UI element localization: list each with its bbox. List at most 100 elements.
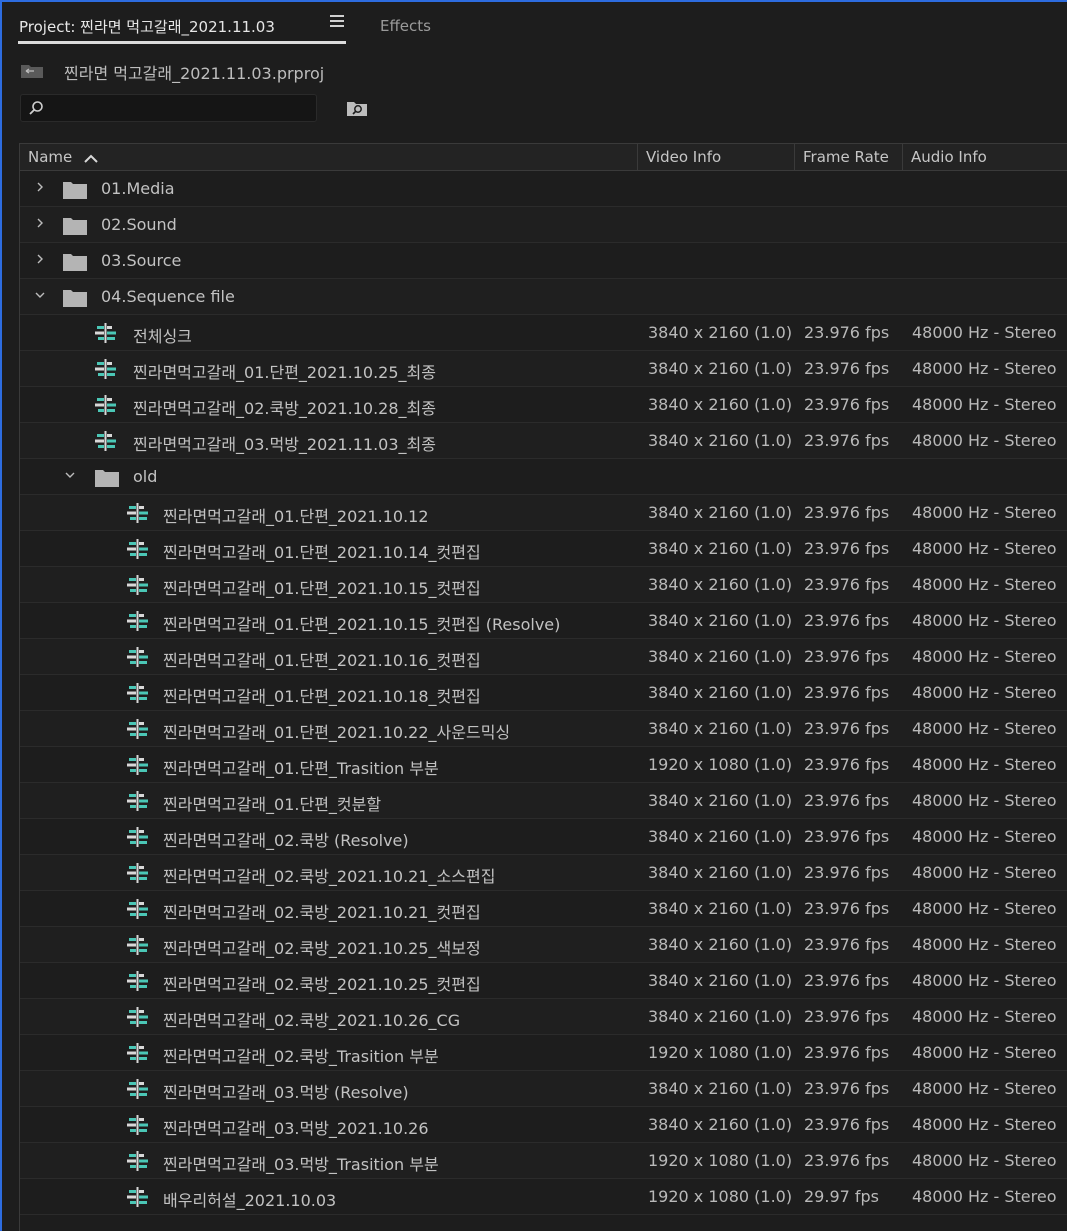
frame-rate-cell: 23.976 fps bbox=[804, 791, 890, 810]
search-input[interactable] bbox=[51, 98, 315, 120]
sequence-row[interactable]: 찐라면먹고갈래_02.쿡방_2021.10.21_소스편집 3840 x 2160… bbox=[20, 855, 1067, 891]
table-header: Name Video Info Frame Rate Audio Info bbox=[20, 144, 1067, 171]
sequence-row[interactable]: 찐라면먹고갈래_01.단편_2021.10.15_컷편집 3840 x 2160 … bbox=[20, 567, 1067, 603]
column-header-frame-rate[interactable]: Frame Rate bbox=[795, 144, 903, 171]
sequence-row[interactable]: 찐라면먹고갈래_01.단편_2021.10.16_컷편집 3840 x 2160 … bbox=[20, 639, 1067, 675]
audio-info-cell: 48000 Hz - Stereo bbox=[912, 1079, 1057, 1098]
sequence-icon bbox=[127, 791, 148, 811]
sequence-row[interactable]: 찐라면먹고갈래_02.쿡방_2021.10.25_컷편집 3840 x 2160 … bbox=[20, 963, 1067, 999]
sequence-icon bbox=[95, 323, 116, 343]
frame-rate-cell: 23.976 fps bbox=[804, 935, 890, 954]
sequence-row[interactable]: 찐라면먹고갈래_01.단편_2021.10.15_컷편집 (Resolve) 38… bbox=[20, 603, 1067, 639]
sequence-icon bbox=[127, 1187, 148, 1207]
column-header-audio-info[interactable]: Audio Info bbox=[903, 144, 1067, 171]
sequence-row[interactable]: 찐라면먹고갈래_01.단편_Trasition 부분 1920 x 1080 (1… bbox=[20, 747, 1067, 783]
sequence-row[interactable]: 찐라면먹고갈래_02.쿡방_2021.10.21_컷편집 3840 x 2160 … bbox=[20, 891, 1067, 927]
sequence-icon bbox=[127, 1007, 148, 1027]
audio-info-cell: 48000 Hz - Stereo bbox=[912, 827, 1057, 846]
project-file-icon[interactable] bbox=[20, 63, 44, 79]
sequence-icon bbox=[127, 1151, 148, 1171]
audio-info-cell: 48000 Hz - Stereo bbox=[912, 791, 1057, 810]
frame-rate-cell: 23.976 fps bbox=[804, 611, 890, 630]
bin-row[interactable]: 04.Sequence file bbox=[20, 279, 1067, 315]
sequence-name: 찐라면먹고갈래_02.쿡방_2021.10.21_소스편집 bbox=[163, 867, 496, 886]
audio-info-cell: 48000 Hz - Stereo bbox=[912, 323, 1057, 342]
sequence-row[interactable]: 찐라면먹고갈래_03.먹방_2021.10.26 3840 x 2160 (1.0… bbox=[20, 1107, 1067, 1143]
chevron-right-icon[interactable] bbox=[34, 181, 46, 193]
chevron-down-icon[interactable] bbox=[34, 289, 46, 301]
video-info-cell: 1920 x 1080 (1.0) bbox=[648, 1043, 793, 1062]
column-header-video-info[interactable]: Video Info bbox=[638, 144, 795, 171]
sequence-row[interactable]: 찐라면먹고갈래_01.단편_컷분할 3840 x 2160 (1.0) 23.976… bbox=[20, 783, 1067, 819]
sequence-icon bbox=[127, 503, 148, 523]
column-header-name[interactable]: Name bbox=[20, 144, 638, 171]
frame-rate-cell: 23.976 fps bbox=[804, 863, 890, 882]
frame-rate-cell: 23.976 fps bbox=[804, 359, 890, 378]
frame-rate-cell: 29.97 fps bbox=[804, 1187, 880, 1206]
sequence-icon bbox=[127, 1115, 148, 1135]
sequence-row[interactable]: 찐라면먹고갈래_03.먹방_Trasition 부분 1920 x 1080 (1… bbox=[20, 1143, 1067, 1179]
sequence-icon bbox=[127, 935, 148, 955]
frame-rate-cell: 23.976 fps bbox=[804, 575, 890, 594]
audio-info-cell: 48000 Hz - Stereo bbox=[912, 719, 1057, 738]
video-info-cell: 3840 x 2160 (1.0) bbox=[648, 539, 793, 558]
frame-rate-cell: 23.976 fps bbox=[804, 539, 890, 558]
bin-row[interactable]: old bbox=[20, 459, 1067, 495]
sequence-name: 찐라면먹고갈래_02.쿡방_2021.10.26_CG bbox=[163, 1011, 461, 1030]
frame-rate-cell: 23.976 fps bbox=[804, 1007, 890, 1026]
bin-name: 04.Sequence file bbox=[101, 287, 235, 306]
sequence-name: 찐라면먹고갈래_01.단편_컷분할 bbox=[163, 795, 382, 814]
sequence-row[interactable]: 배우리허설_2021.10.03 1920 x 1080 (1.0) 29.97 f… bbox=[20, 1179, 1067, 1215]
sequence-row[interactable]: 찐라면먹고갈래_02.쿡방 (Resolve) 3840 x 2160 (1.0)… bbox=[20, 819, 1067, 855]
sequence-row[interactable]: 찐라면먹고갈래_02.쿡방_2021.10.28_최종 3840 x 2160 (… bbox=[20, 387, 1067, 423]
tab-project[interactable]: Project: 찐라면 먹고갈래_2021.11.03 bbox=[19, 16, 275, 37]
sequence-name: 찐라면먹고갈래_03.먹방_Trasition 부분 bbox=[163, 1155, 439, 1174]
audio-info-cell: 48000 Hz - Stereo bbox=[912, 503, 1057, 522]
sequence-name: 찐라면먹고갈래_01.단편_2021.10.15_컷편집 (Resolve) bbox=[163, 615, 561, 634]
chevron-right-icon[interactable] bbox=[34, 217, 46, 229]
column-header-name-label: Name bbox=[28, 148, 73, 166]
sequence-row[interactable]: 찐라면먹고갈래_01.단편_2021.10.14_컷편집 3840 x 2160 … bbox=[20, 531, 1067, 567]
find-in-bin-icon[interactable] bbox=[346, 99, 368, 117]
active-tab-indicator bbox=[18, 41, 346, 44]
sequence-name: 배우리허설_2021.10.03 bbox=[163, 1191, 337, 1210]
folder-icon bbox=[63, 254, 87, 271]
sequence-name: 찐라면먹고갈래_02.쿡방_2021.10.25_색보정 bbox=[163, 939, 481, 958]
sequence-icon bbox=[127, 863, 148, 883]
chevron-down-icon[interactable] bbox=[64, 469, 76, 481]
sequence-name: 찐라면먹고갈래_01.단편_Trasition 부분 bbox=[163, 759, 439, 778]
frame-rate-cell: 23.976 fps bbox=[804, 1151, 890, 1170]
sequence-row[interactable]: 찐라면먹고갈래_03.먹방_2021.11.03_최종 3840 x 2160 (… bbox=[20, 423, 1067, 459]
video-info-cell: 3840 x 2160 (1.0) bbox=[648, 827, 793, 846]
sequence-row[interactable]: 찐라면먹고갈래_02.쿡방_2021.10.25_색보정 3840 x 2160 … bbox=[20, 927, 1067, 963]
sequence-row[interactable]: 찐라면먹고갈래_02.쿡방_Trasition 부분 1920 x 1080 (1… bbox=[20, 1035, 1067, 1071]
audio-info-cell: 48000 Hz - Stereo bbox=[912, 611, 1057, 630]
video-info-cell: 3840 x 2160 (1.0) bbox=[648, 863, 793, 882]
video-info-cell: 3840 x 2160 (1.0) bbox=[648, 971, 793, 990]
audio-info-cell: 48000 Hz - Stereo bbox=[912, 935, 1057, 954]
bin-name: 03.Source bbox=[101, 251, 182, 270]
audio-info-cell: 48000 Hz - Stereo bbox=[912, 395, 1057, 414]
tab-effects[interactable]: Effects bbox=[380, 17, 431, 35]
bin-row[interactable]: 01.Media bbox=[20, 171, 1067, 207]
sequence-row[interactable]: 찐라면먹고갈래_01.단편_2021.10.12 3840 x 2160 (1.0… bbox=[20, 495, 1067, 531]
frame-rate-cell: 23.976 fps bbox=[804, 503, 890, 522]
hamburger-menu-icon[interactable] bbox=[330, 15, 344, 29]
sequence-icon bbox=[127, 755, 148, 775]
sequence-icon bbox=[127, 683, 148, 703]
bin-row[interactable]: 02.Sound bbox=[20, 207, 1067, 243]
chevron-right-icon[interactable] bbox=[34, 253, 46, 265]
video-info-cell: 3840 x 2160 (1.0) bbox=[648, 719, 793, 738]
audio-info-cell: 48000 Hz - Stereo bbox=[912, 1007, 1057, 1026]
bin-row[interactable]: 03.Source bbox=[20, 243, 1067, 279]
audio-info-cell: 48000 Hz - Stereo bbox=[912, 755, 1057, 774]
video-info-cell: 3840 x 2160 (1.0) bbox=[648, 611, 793, 630]
sequence-row[interactable]: 찐라면먹고갈래_02.쿡방_2021.10.26_CG 3840 x 2160 (… bbox=[20, 999, 1067, 1035]
sequence-row[interactable]: 찐라면먹고갈래_01.단편_2021.10.22_사운드믹싱 3840 x 216… bbox=[20, 711, 1067, 747]
sequence-row[interactable]: 찐라면먹고갈래_03.먹방 (Resolve) 3840 x 2160 (1.0)… bbox=[20, 1071, 1067, 1107]
search-box[interactable] bbox=[20, 94, 317, 122]
sequence-row[interactable]: 찐라면먹고갈래_01.단편_2021.10.25_최종 3840 x 2160 (… bbox=[20, 351, 1067, 387]
sequence-row[interactable]: 찐라면먹고갈래_01.단편_2021.10.18_컷편집 3840 x 2160 … bbox=[20, 675, 1067, 711]
sequence-row[interactable]: 전체싱크 3840 x 2160 (1.0) 23.976 fps 48000 Hz … bbox=[20, 315, 1067, 351]
frame-rate-cell: 23.976 fps bbox=[804, 395, 890, 414]
